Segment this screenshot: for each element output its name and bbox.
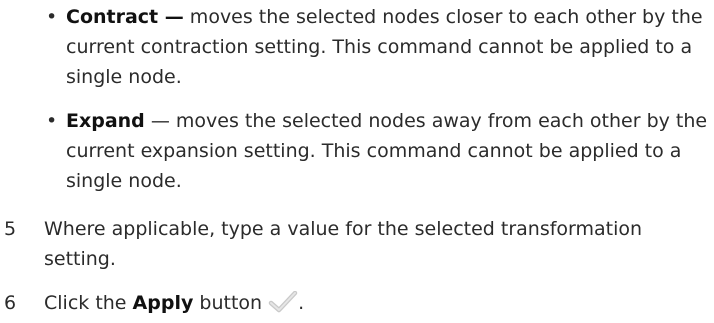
step-text-end: .	[298, 292, 305, 314]
step-number: 6	[4, 292, 17, 314]
list-item-expand: • Expand — moves the selected nodes away…	[46, 106, 711, 196]
term-contract: Contract —	[66, 6, 184, 28]
step-text: Click the Apply button .	[44, 288, 704, 318]
apply-label: Apply	[132, 292, 194, 314]
document-page: • Contract — moves the selected nodes cl…	[0, 0, 714, 323]
step-text-after: button	[193, 292, 263, 314]
step-text-before: Click the	[44, 292, 133, 314]
bullet-icon: •	[46, 110, 58, 132]
list-item-contract: • Contract — moves the selected nodes cl…	[46, 2, 711, 92]
bullet-icon: •	[46, 6, 58, 28]
bullet-text: Expand — moves the selected nodes away f…	[66, 106, 711, 196]
bullet-text: Contract — moves the selected nodes clos…	[66, 2, 711, 92]
term-expand: Expand	[66, 110, 145, 132]
checkmark-icon	[268, 290, 298, 313]
step-text: Where applicable, type a value for the s…	[44, 218, 643, 270]
description-expand: — moves the selected nodes away from eac…	[66, 110, 708, 192]
step-number: 5	[4, 218, 17, 240]
